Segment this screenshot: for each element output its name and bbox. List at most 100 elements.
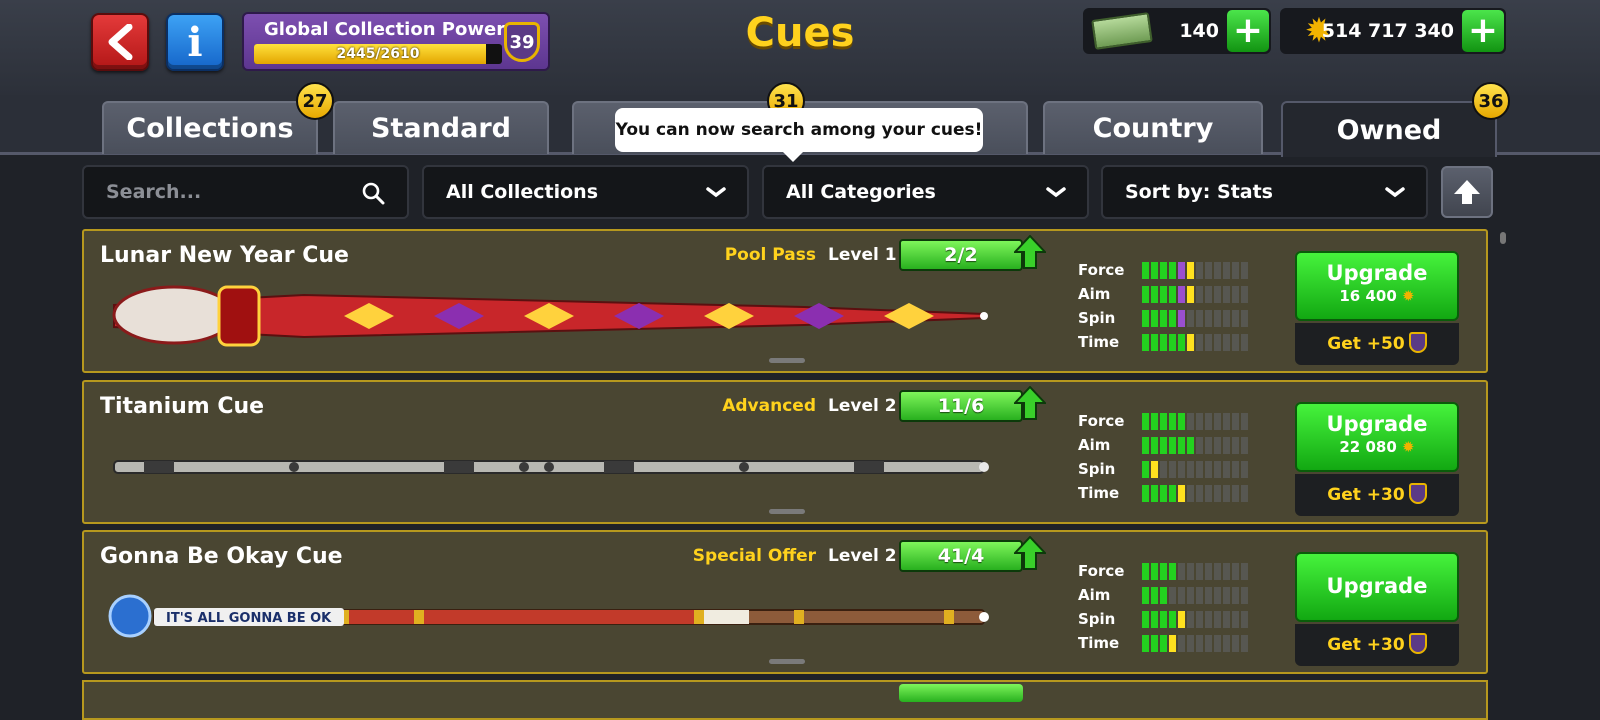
upgrade-button[interactable]: Upgrade <box>1295 552 1459 622</box>
stat-segment <box>1232 485 1239 502</box>
cue-card[interactable]: Lunar New Year Cue Pool Pass Level 1 2/2… <box>82 229 1488 373</box>
stat-segment <box>1205 461 1212 478</box>
cue-pieces-progress: 41/4 <box>899 540 1023 572</box>
get-power-label: Get +30 <box>1327 635 1405 655</box>
cue-card[interactable]: Gonna Be Okay Cue Special Offer Level 2 … <box>82 530 1488 674</box>
cue-level: Level 2 <box>828 546 897 566</box>
stat-row: Aim <box>1078 584 1278 608</box>
next-cue-card-partial[interactable] <box>82 680 1488 720</box>
cue-card[interactable]: Titanium Cue Advanced Level 2 11/6 Force… <box>82 380 1488 524</box>
stat-segment <box>1160 461 1167 478</box>
stat-segment <box>1178 563 1185 580</box>
stat-segment <box>1241 635 1248 652</box>
upgrade-price: 22 080 ✹ <box>1297 438 1457 456</box>
search-icon[interactable] <box>361 181 385 205</box>
search-tooltip: You can now search among your cues! <box>615 108 983 162</box>
tab-country[interactable]: Country <box>1043 101 1263 154</box>
stat-segment <box>1142 286 1149 303</box>
stat-segment <box>1178 437 1185 454</box>
cash-value: 140 <box>1179 20 1219 42</box>
stat-segment <box>1169 563 1176 580</box>
upgrade-button[interactable]: Upgrade 22 080 ✹ <box>1295 402 1459 472</box>
cue-butt-text: IT'S ALL GONNA BE OK <box>166 611 332 626</box>
stat-segment <box>1178 635 1185 652</box>
stat-segment <box>1151 437 1158 454</box>
search-box[interactable]: Search... <box>82 165 409 219</box>
categories-dropdown[interactable]: All Categories <box>762 165 1089 219</box>
stat-segment <box>1160 413 1167 430</box>
get-power-label: Get +50 <box>1327 334 1405 354</box>
add-coins-button[interactable]: + <box>1462 10 1504 52</box>
stat-segment <box>1214 635 1221 652</box>
gcp-progress-text: 2445/2610 <box>336 46 420 62</box>
stat-segment <box>1169 485 1176 502</box>
search-input[interactable]: Search... <box>106 167 201 217</box>
sort-direction-button[interactable] <box>1441 166 1493 218</box>
tab-collections[interactable]: Collections <box>102 101 318 154</box>
expand-handle[interactable] <box>769 509 805 514</box>
stat-segment <box>1169 262 1176 279</box>
info-button[interactable]: i <box>166 13 224 71</box>
stat-segment <box>1196 587 1203 604</box>
stat-segment <box>1178 413 1185 430</box>
expand-handle[interactable] <box>769 659 805 664</box>
stat-segment <box>1142 485 1149 502</box>
get-power-button[interactable]: Get +50 <box>1295 323 1459 365</box>
stat-segment <box>1214 437 1221 454</box>
stat-segment <box>1142 310 1149 327</box>
get-power-button[interactable]: Get +30 <box>1295 624 1459 666</box>
stat-segment <box>1142 334 1149 351</box>
stat-segment <box>1151 310 1158 327</box>
shield-icon <box>1408 633 1427 654</box>
stat-segment <box>1232 262 1239 279</box>
stat-segment <box>1241 310 1248 327</box>
tab-owned[interactable]: Owned <box>1281 101 1497 157</box>
chevron-down-icon <box>1046 187 1066 198</box>
stat-bar <box>1142 334 1248 351</box>
stat-segment <box>1160 485 1167 502</box>
cue-level: Level 1 <box>828 245 897 265</box>
stat-segment <box>1169 635 1176 652</box>
shield-icon <box>1408 483 1427 504</box>
expand-handle[interactable] <box>769 358 805 363</box>
stat-segment <box>1223 461 1230 478</box>
categories-dropdown-value: All Categories <box>786 181 936 203</box>
cue-stats: Force Aim Spin Time <box>1078 560 1278 656</box>
stat-segment <box>1151 485 1158 502</box>
stat-segment <box>1160 262 1167 279</box>
level-up-arrow-icon <box>1014 235 1046 269</box>
stat-segment <box>1205 437 1212 454</box>
cue-level: Level 2 <box>828 396 897 416</box>
stat-label: Spin <box>1078 309 1116 327</box>
stat-segment <box>1151 413 1158 430</box>
stat-bar <box>1142 485 1248 502</box>
tab-label: Country <box>1092 113 1214 144</box>
cue-stats: Force Aim Spin Time <box>1078 259 1278 355</box>
upgrade-price-value: 16 400 <box>1339 287 1397 305</box>
coin-gear-icon: ✹ <box>1402 438 1415 456</box>
stat-segment <box>1196 611 1203 628</box>
stat-segment <box>1232 563 1239 580</box>
stat-segment <box>1205 334 1212 351</box>
global-collection-power[interactable]: Global Collection Power 2445/2610 39 <box>242 12 550 71</box>
stat-row: Aim <box>1078 283 1278 307</box>
coins-value: 514 717 340 <box>1321 20 1454 42</box>
stat-row: Time <box>1078 632 1278 656</box>
add-cash-button[interactable]: + <box>1227 10 1269 52</box>
stat-segment <box>1205 587 1212 604</box>
stat-label: Aim <box>1078 285 1111 303</box>
stat-bar <box>1142 262 1248 279</box>
collections-dropdown[interactable]: All Collections <box>422 165 749 219</box>
upgrade-label: Upgrade <box>1326 412 1428 436</box>
stat-label: Spin <box>1078 460 1116 478</box>
chevron-left-icon <box>108 24 133 60</box>
cue-name: Gonna Be Okay Cue <box>100 544 343 569</box>
tab-standard[interactable]: Standard <box>333 101 549 154</box>
scrollbar[interactable] <box>1500 232 1506 244</box>
sort-dropdown[interactable]: Sort by: Stats <box>1101 165 1428 219</box>
upgrade-button[interactable]: Upgrade 16 400 ✹ <box>1295 251 1459 321</box>
get-power-button[interactable]: Get +30 <box>1295 474 1459 516</box>
back-button[interactable] <box>91 13 149 71</box>
cue-image <box>112 285 988 347</box>
stat-segment <box>1196 461 1203 478</box>
